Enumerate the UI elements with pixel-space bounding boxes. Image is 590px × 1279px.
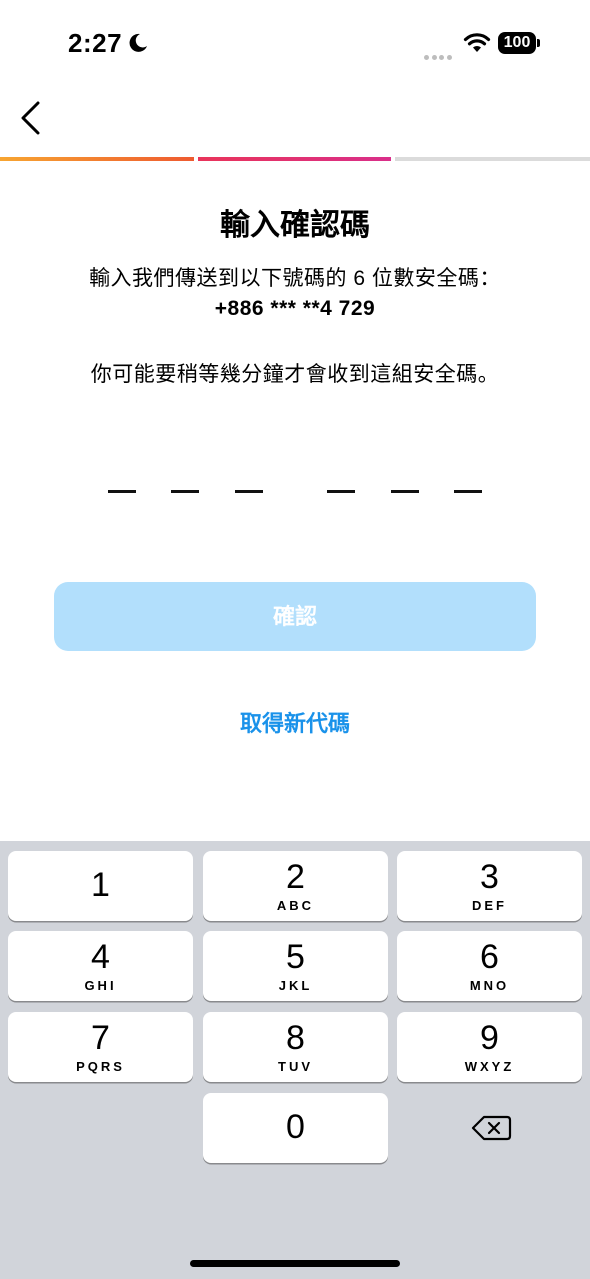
back-button[interactable] (12, 96, 52, 140)
instruction-text: 輸入我們傳送到以下號碼的 6 位數安全碼： (89, 267, 501, 290)
status-bar: 2:27 100 (0, 0, 590, 88)
key-9[interactable]: 9 WXYZ (397, 1012, 582, 1082)
progress-step-2 (198, 157, 391, 161)
code-digit-slot (391, 490, 419, 493)
code-input[interactable] (0, 470, 590, 510)
key-1[interactable]: 1 (8, 851, 193, 921)
delete-key[interactable] (397, 1093, 582, 1163)
moon-icon (129, 33, 147, 52)
key-7[interactable]: 7 PQRS (8, 1012, 193, 1082)
key-3[interactable]: 3 DEF (397, 851, 582, 921)
code-digit-slot (327, 490, 355, 493)
home-indicator[interactable] (190, 1260, 400, 1267)
progress-bar (0, 157, 590, 161)
key-0[interactable]: 0 (203, 1093, 388, 1163)
key-4[interactable]: 4 GHI (8, 931, 193, 1001)
backspace-icon (471, 1115, 512, 1141)
signal-icon (424, 47, 454, 60)
numeric-keyboard: 1 2 ABC 3 DEF 4 GHI 5 JKL 6 MNO 7 PQRS 8… (0, 841, 590, 1279)
wait-note: 你可能要稍等幾分鐘才會收到這組安全碼。 (90, 363, 500, 386)
confirm-button[interactable]: 確認 (54, 582, 536, 651)
key-6[interactable]: 6 MNO (397, 931, 582, 1001)
wifi-icon (463, 33, 491, 52)
progress-step-1 (0, 157, 194, 161)
page-title: 輸入確認碼 (220, 209, 370, 242)
progress-step-3 (395, 157, 590, 161)
code-digit-slot (108, 490, 136, 493)
key-8[interactable]: 8 TUV (203, 1012, 388, 1082)
battery-level: 100 (498, 32, 536, 54)
battery-icon: 100 (498, 32, 542, 54)
code-digit-slot (171, 490, 199, 493)
code-digit-slot (454, 490, 482, 493)
chevron-left-icon (21, 101, 40, 135)
code-digit-slot (235, 490, 263, 493)
key-5[interactable]: 5 JKL (203, 931, 388, 1001)
phone-number: +886 *** **4 729 (214, 297, 376, 320)
key-2[interactable]: 2 ABC (203, 851, 388, 921)
get-new-code-link[interactable]: 取得新代碼 (0, 706, 590, 738)
status-time: 2:27 (68, 28, 123, 58)
